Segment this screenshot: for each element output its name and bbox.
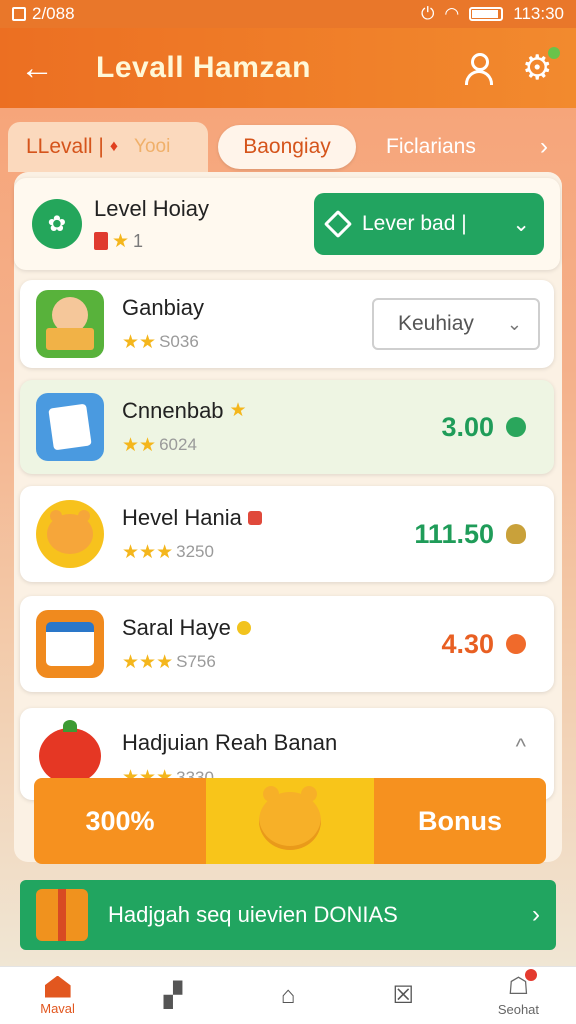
tab-badge-icon: ♦: [109, 138, 119, 155]
battery-icon: [469, 7, 504, 21]
star-icon: ★★★: [122, 651, 174, 673]
item-sub: S036: [159, 332, 199, 351]
ticket-icon: [94, 232, 108, 250]
item-value: 4.30: [441, 628, 494, 659]
house-outline-icon: ⌂: [280, 981, 296, 1009]
star-icon: ★★: [122, 434, 157, 456]
bottom-nav: Maval ▞ ⌂ ☒ ☖ Seohat: [0, 966, 576, 1024]
chevron-right-icon: ›: [532, 901, 540, 928]
mascot-button[interactable]: [206, 778, 374, 864]
dot-icon: [506, 634, 526, 654]
nav-item-seohat[interactable]: ☖ Seohat: [461, 967, 576, 1024]
item-sub: 6024: [159, 435, 197, 454]
app-header: ← Levall Hamzan ⚙: [0, 28, 576, 108]
list-item[interactable]: Cnnenbab ★ ★★ 6024 3.00: [20, 380, 554, 474]
nav-item-maval[interactable]: Maval: [0, 967, 115, 1024]
percent-button[interactable]: 300%: [34, 778, 206, 864]
item-sub: S756: [176, 652, 216, 671]
notification-dot: [548, 47, 560, 59]
item-value: 3.00: [441, 411, 494, 442]
item-value: 111.50: [414, 518, 494, 549]
tab-ficlarians[interactable]: Ficlarians: [386, 122, 476, 172]
user-icon[interactable]: [464, 53, 493, 85]
document-box-icon: [36, 393, 104, 461]
tab-bar: LLevall | ♦ Yooi Baongiay Ficlarians ›: [8, 122, 568, 172]
star-icon: ★★: [122, 331, 157, 353]
level-button[interactable]: Lever bad | ⌄: [314, 193, 544, 255]
status-bar: 2/088 ⏻ ◠ 113:30: [0, 0, 576, 28]
chevron-down-icon: ⌄: [506, 313, 522, 334]
item-title: Hadjuian Reah Banan: [122, 730, 338, 755]
star-icon: ★★★: [122, 541, 174, 563]
gift-box-icon: [36, 889, 88, 941]
page-title: Levall Hamzan: [96, 51, 311, 84]
star-icon: ★: [229, 400, 247, 421]
chevron-up-icon[interactable]: ^: [516, 734, 526, 760]
item-title: Hevel Hania: [122, 504, 242, 530]
promo-bar: 300% Bonus: [34, 778, 546, 864]
percent-label: 300%: [85, 805, 155, 836]
tab-sub-label: Yooi: [134, 136, 171, 157]
tab-label: LLevall |: [26, 135, 104, 158]
nav-label: Seohat: [497, 1001, 540, 1017]
notification-badge: [525, 968, 538, 981]
screenshot-icon: [12, 7, 26, 21]
nav-label: Maval: [40, 1000, 75, 1016]
tab-level[interactable]: LLevall | ♦ Yooi: [8, 122, 208, 172]
level-button-label: Lever bad |: [362, 212, 467, 235]
level-card-title: Level Hoiay: [94, 195, 209, 221]
star-icon: ★: [112, 230, 130, 252]
status-left-text: 2/088: [32, 4, 75, 23]
status-time: 113:30: [513, 4, 564, 23]
gear-icon[interactable]: ⚙: [522, 47, 560, 85]
tab-label: Ficlarians: [386, 135, 476, 158]
nav-item-map[interactable]: ▞: [115, 967, 230, 1024]
nav-item-check[interactable]: ☒: [346, 967, 461, 1024]
item-title: Ganbiay: [122, 294, 204, 320]
wifi-icon: ◠: [444, 4, 460, 23]
nav-item-house[interactable]: ⌂: [230, 967, 345, 1024]
list-item[interactable]: Saral Haye ★★★ S756 4.30: [20, 596, 554, 692]
list-item[interactable]: Hevel Hania ★★★ 3250 111.50: [20, 486, 554, 582]
level-card-count: 1: [133, 230, 144, 251]
fruit-icon: [506, 524, 526, 544]
item-title: Cnnenbab: [122, 397, 224, 423]
coin-icon: [236, 620, 251, 635]
alarm-icon: ⏻: [420, 4, 435, 23]
level-badge-icon: ✿: [32, 199, 82, 249]
bonus-button[interactable]: Bonus: [374, 778, 546, 864]
item-title: Saral Haye: [122, 614, 231, 640]
tab-baongiay[interactable]: Baongiay: [218, 125, 356, 169]
level-card: ✿ Level Hoiay ★ 1 Lever bad | ⌄: [14, 178, 560, 270]
chevron-down-icon: ⌄: [512, 212, 530, 236]
item-sub: 3250: [176, 542, 214, 561]
tag-icon: [247, 510, 262, 525]
leaf-icon: [506, 417, 526, 437]
tab-label: Baongiay: [243, 135, 331, 158]
bonus-banner[interactable]: Hadjgah seq uievien DONIAS ›: [20, 880, 556, 950]
chevron-right-icon[interactable]: ›: [540, 122, 548, 172]
back-arrow-icon[interactable]: ←: [20, 49, 60, 88]
map-icon: ▞: [163, 981, 183, 1009]
dropdown-value: Keuhiay: [398, 312, 474, 335]
home-icon: [44, 975, 71, 998]
bear-face-icon: [36, 500, 104, 568]
list-item[interactable]: Ganbiay ★★ S036 Keuhiay ⌄: [20, 280, 554, 368]
bonus-label: Bonus: [418, 805, 502, 836]
diamond-icon: [323, 209, 353, 239]
character-box-icon: [36, 290, 104, 358]
checkbox-icon: ☒: [392, 981, 414, 1009]
chat-icon: ☖: [508, 968, 538, 999]
calendar-icon: [36, 610, 104, 678]
banner-text: Hadjgah seq uievien DONIAS: [108, 902, 398, 927]
item-dropdown[interactable]: Keuhiay ⌄: [372, 298, 540, 350]
mascot-icon: [259, 786, 321, 850]
